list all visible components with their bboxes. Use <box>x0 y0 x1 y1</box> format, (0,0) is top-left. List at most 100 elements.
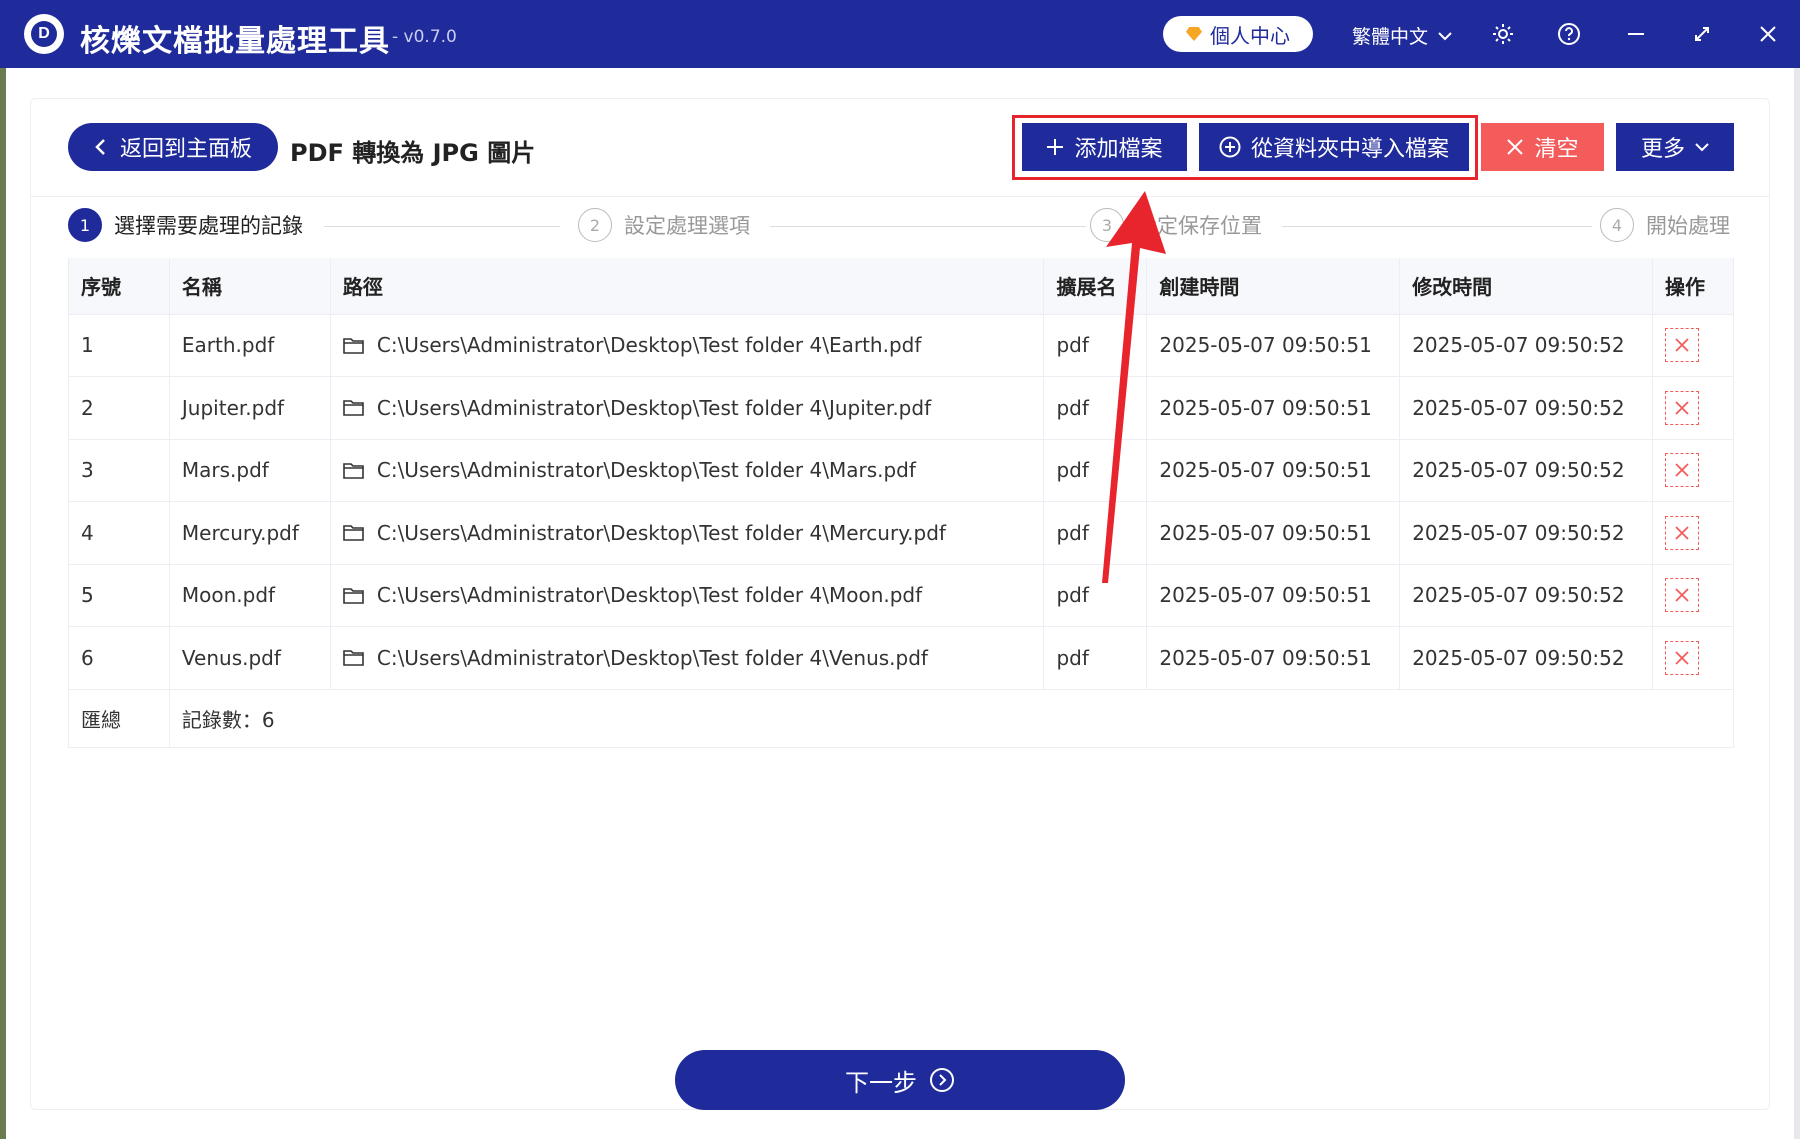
step-1: 1 選擇需要處理的記錄 <box>68 208 303 242</box>
cell-actions <box>1652 376 1735 440</box>
window-edge-right <box>1794 68 1800 1139</box>
cell-index: 4 <box>68 501 170 565</box>
delete-row-button[interactable] <box>1664 328 1699 363</box>
summary-label: 匯總 <box>68 689 170 748</box>
cell-created: 2025-05-07 09:50:51 <box>1146 501 1401 565</box>
chevron-left-icon <box>95 139 105 155</box>
column-header-index[interactable]: 序號 <box>68 258 170 315</box>
close-icon <box>1507 139 1524 155</box>
chevron-down-icon <box>1438 31 1452 40</box>
cell-modified: 2025-05-07 09:50:52 <box>1399 376 1653 440</box>
table-row[interactable]: 2 Jupiter.pdf C:\Users\Administrator\Desk… <box>68 376 1735 440</box>
step-2: 2 設定處理選項 <box>578 208 750 242</box>
path-wrapper: C:\Users\Administrator\Desktop\Test fold… <box>343 458 1044 482</box>
import-folder-button[interactable]: 從資料夾中導入檔案 <box>1199 123 1469 171</box>
minimize-icon[interactable] <box>1620 18 1652 50</box>
folder-icon[interactable] <box>343 462 365 479</box>
delete-row-button[interactable] <box>1664 578 1699 613</box>
table-row[interactable]: 4 Mercury.pdf C:\Users\Administrator\Desk… <box>68 501 1735 565</box>
language-label: 繁體中文 <box>1352 26 1429 48</box>
column-header-modified[interactable]: 修改時間 <box>1399 258 1653 315</box>
import-folder-label: 從資料夾中導入檔案 <box>1250 137 1449 162</box>
cell-actions <box>1652 439 1735 502</box>
add-file-button[interactable]: 添加檔案 <box>1022 123 1187 171</box>
step-connector <box>324 226 560 227</box>
maximize-icon[interactable] <box>1686 18 1718 50</box>
cell-created: 2025-05-07 09:50:51 <box>1146 626 1401 690</box>
table-row[interactable]: 5 Moon.pdf C:\Users\Administrator\Desktop… <box>68 564 1735 627</box>
step-3: 3 設定保存位置 <box>1090 208 1262 242</box>
page-title: PDF 轉換為 JPG 圖片 <box>290 139 536 167</box>
cell-modified: 2025-05-07 09:50:52 <box>1399 564 1653 627</box>
summary-count: 記錄數：6 <box>169 689 1735 748</box>
folder-icon[interactable] <box>343 399 365 417</box>
delete-row-button[interactable] <box>1664 453 1699 488</box>
cell-index: 3 <box>68 439 170 502</box>
cell-name: Moon.pdf <box>169 564 331 627</box>
cell-path: C:\Users\Administrator\Desktop\Test fold… <box>330 314 1045 377</box>
path-text: C:\Users\Administrator\Desktop\Test fold… <box>376 520 946 545</box>
column-header-ext[interactable]: 擴展名 <box>1043 258 1148 315</box>
more-button[interactable]: 更多 <box>1616 123 1734 171</box>
cell-actions <box>1652 564 1735 627</box>
path-text: C:\Users\Administrator\Desktop\Test fold… <box>376 458 916 483</box>
back-label: 返回到主面板 <box>119 137 252 162</box>
clear-button[interactable]: 清空 <box>1481 123 1604 171</box>
table-row[interactable]: 6 Venus.pdf C:\Users\Administrator\Deskto… <box>68 626 1735 690</box>
close-window-icon[interactable] <box>1752 18 1784 50</box>
path-wrapper: C:\Users\Administrator\Desktop\Test fold… <box>343 396 1044 420</box>
gear-icon[interactable] <box>1487 18 1519 50</box>
cell-modified: 2025-05-07 09:50:52 <box>1399 501 1653 565</box>
step-label: 設定處理選項 <box>624 214 750 238</box>
table-row[interactable]: 3 Mars.pdf C:\Users\Administrator\Desktop… <box>68 439 1735 502</box>
back-to-main-button[interactable]: 返回到主面板 <box>68 123 278 171</box>
cell-name: Mars.pdf <box>169 439 331 502</box>
diamond-icon <box>1186 27 1202 41</box>
cell-path: C:\Users\Administrator\Desktop\Test fold… <box>330 376 1045 440</box>
cell-modified: 2025-05-07 09:50:52 <box>1399 439 1653 502</box>
table-header-row: 序號 名稱 路徑 擴展名 創建時間 修改時間 操作 <box>68 258 1735 315</box>
delete-row-button[interactable] <box>1664 515 1699 550</box>
folder-icon[interactable] <box>343 337 365 354</box>
cell-ext: pdf <box>1043 564 1148 627</box>
step-label: 設定保存位置 <box>1136 214 1262 238</box>
path-text: C:\Users\Administrator\Desktop\Test fold… <box>376 583 923 608</box>
column-header-created[interactable]: 創建時間 <box>1146 258 1401 315</box>
folder-icon[interactable] <box>343 587 365 604</box>
step-number: 1 <box>68 208 102 242</box>
column-header-actions: 操作 <box>1652 258 1735 315</box>
cell-name: Venus.pdf <box>169 626 331 690</box>
cell-modified: 2025-05-07 09:50:52 <box>1399 314 1653 377</box>
close-icon <box>1675 588 1689 602</box>
language-select[interactable]: 繁體中文 <box>1352 22 1452 49</box>
cell-name: Jupiter.pdf <box>169 376 331 440</box>
chevron-down-icon <box>1695 143 1709 152</box>
delete-row-button[interactable] <box>1664 640 1699 675</box>
header-divider <box>30 196 1770 197</box>
cell-path: C:\Users\Administrator\Desktop\Test fold… <box>330 439 1045 502</box>
table-row[interactable]: 1 Earth.pdf C:\Users\Administrator\Deskto… <box>68 314 1735 377</box>
cell-ext: pdf <box>1043 314 1148 377</box>
personal-center-button[interactable]: 個人中心 <box>1163 16 1313 52</box>
folder-icon[interactable] <box>343 524 365 542</box>
column-header-name[interactable]: 名稱 <box>169 258 331 315</box>
title-bar: D 核爍文檔批量處理工具 - v0.7.0 個人中心 繁體中文 <box>0 0 1800 68</box>
next-step-button[interactable]: 下一步 <box>675 1050 1125 1110</box>
close-icon <box>1675 338 1689 352</box>
cell-path: C:\Users\Administrator\Desktop\Test fold… <box>330 626 1045 690</box>
next-step-label: 下一步 <box>845 1068 917 1097</box>
cell-actions <box>1652 314 1735 377</box>
file-table: 序號 名稱 路徑 擴展名 創建時間 修改時間 操作 1 Earth.pdf C:\… <box>68 258 1735 748</box>
column-header-path[interactable]: 路徑 <box>330 258 1045 315</box>
app-logo-letter: D <box>31 21 57 47</box>
cell-modified: 2025-05-07 09:50:52 <box>1399 626 1653 690</box>
summary-row: 匯總 記錄數：6 <box>68 689 1735 748</box>
cell-ext: pdf <box>1043 376 1148 440</box>
app-title: 核爍文檔批量處理工具 <box>80 24 390 59</box>
plus-circle-icon <box>1219 136 1241 158</box>
path-wrapper: C:\Users\Administrator\Desktop\Test fold… <box>343 646 1044 670</box>
cell-ext: pdf <box>1043 626 1148 690</box>
delete-row-button[interactable] <box>1664 390 1699 425</box>
folder-icon[interactable] <box>343 649 365 667</box>
help-icon[interactable] <box>1553 18 1585 50</box>
